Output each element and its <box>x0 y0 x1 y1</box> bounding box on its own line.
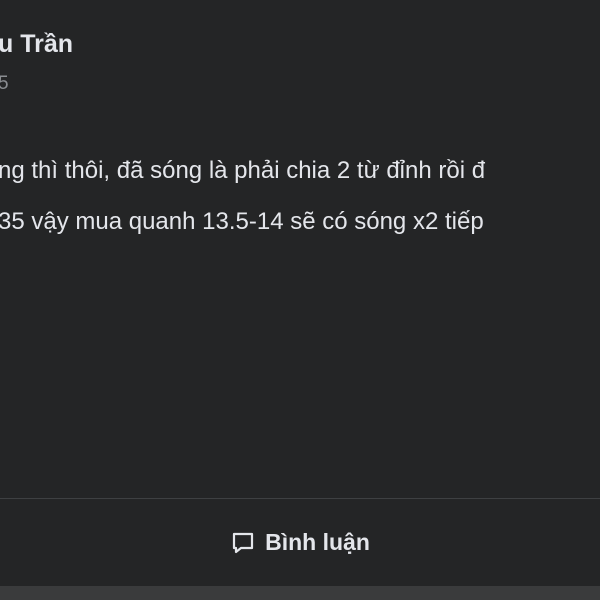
comment-button[interactable]: Bình luận <box>216 521 384 564</box>
author-name[interactable]: u Trần <box>0 30 73 59</box>
post-text-line: 35 vậy mua quanh 13.5-14 sẽ có sóng x2 t… <box>0 208 484 235</box>
post-text: ng thì thôi, đã sóng là phải chia 2 từ đ… <box>0 145 600 247</box>
comment-icon <box>230 530 256 556</box>
comment-button-label: Bình luận <box>265 529 370 555</box>
action-bar: Bình luận <box>0 499 600 586</box>
bottom-strip <box>0 586 600 600</box>
post-text-line: ng thì thôi, đã sóng là phải chia 2 từ đ… <box>0 157 486 184</box>
post-timestamp[interactable]: 5 <box>0 73 9 95</box>
post-card: u Trần 5 ng thì thôi, đã sóng là phải ch… <box>0 0 600 586</box>
